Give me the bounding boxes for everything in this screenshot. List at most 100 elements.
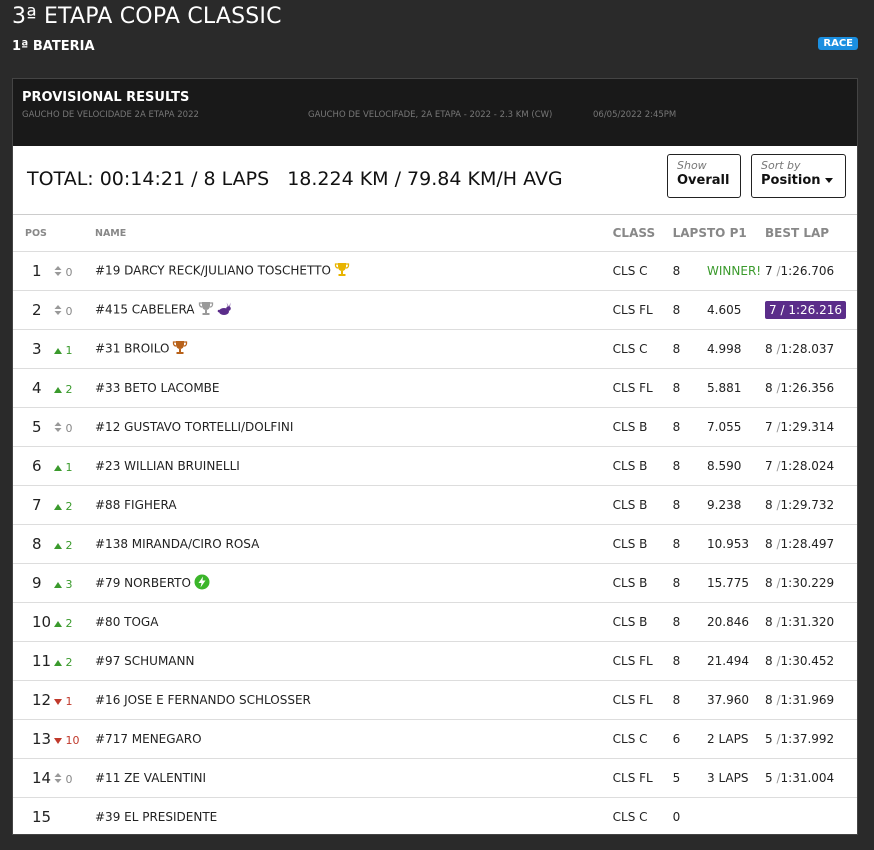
position-change-value: 0	[65, 773, 73, 786]
best-lap-number: 8	[765, 654, 773, 668]
gap-to-p1: 10.953	[707, 537, 749, 551]
position: 15	[32, 808, 52, 826]
driver-name[interactable]: #19 DARCY RECK/JULIANO TOSCHETTO	[95, 264, 331, 278]
laps-count: 8	[672, 693, 681, 707]
table-row[interactable]: 15 #39 EL PRESIDENTE CLS C 0	[13, 798, 857, 837]
position: 4	[32, 379, 42, 397]
table-row[interactable]: 7 2 #88 FIGHERA CLS B 8 9.238 8 /1:29.732	[13, 485, 857, 525]
driver-class: CLS C	[612, 810, 648, 824]
position-change: 1	[54, 695, 73, 708]
col-pos[interactable]: POS	[13, 215, 95, 252]
col-name[interactable]: NAME	[95, 215, 613, 252]
best-lap-time: 1:28.497	[780, 537, 835, 551]
best-lap-number: 8	[765, 615, 773, 629]
col-laps[interactable]: LAPS	[672, 215, 707, 252]
no-change-icon	[54, 305, 62, 315]
table-row[interactable]: 8 2 #138 MIRANDA/CIRO ROSA CLS B 8 10.953 8 /…	[13, 524, 857, 564]
best-lap-number: 5	[765, 732, 773, 746]
arrow-down-icon	[54, 699, 62, 705]
best-lap-time: 1:28.024	[780, 459, 835, 473]
best-lap: 8 /1:28.497	[765, 537, 835, 551]
total-time: TOTAL: 00:14:21 / 8 LAPS	[27, 168, 270, 190]
driver-name[interactable]: #31 BROILO	[95, 342, 169, 356]
gap-to-p1: 7.055	[707, 420, 742, 434]
results-title: PROVISIONAL RESULTS	[22, 90, 190, 105]
driver-name[interactable]: #33 BETO LACOMBE	[95, 381, 220, 395]
col-class[interactable]: CLASS	[612, 215, 673, 252]
gap-to-p1: 4.605	[707, 303, 742, 317]
position-change: 0	[54, 773, 73, 786]
driver-name[interactable]: #80 TOGA	[95, 615, 158, 629]
laps-count: 8	[672, 537, 681, 551]
table-row[interactable]: 12 1 #16 JOSE E FERNANDO SCHLOSSER CLS FL 8…	[13, 680, 857, 720]
table-row[interactable]: 5 0 #12 GUSTAVO TORTELLI/DOLFINI CLS B 8 7.0…	[13, 407, 857, 447]
table-row[interactable]: 13 10 #717 MENEGARO CLS C 6 2 LAPS 5 /1:37.99…	[13, 719, 857, 759]
driver-class: CLS B	[612, 498, 648, 512]
table-row[interactable]: 9 3 #79 NORBERTO CLS B 8 15.775 8 /1:30.229	[13, 563, 857, 603]
show-selector[interactable]: Show Overall	[667, 154, 741, 198]
position-change-value: 10	[65, 734, 80, 747]
position-change: 1	[54, 461, 73, 474]
best-lap: 8 /1:26.356	[765, 381, 835, 395]
driver-name[interactable]: #16 JOSE E FERNANDO SCHLOSSER	[95, 693, 311, 707]
best-lap-number: 8	[765, 498, 773, 512]
position-change-value: 3	[65, 578, 73, 591]
session-subtitle: 1ª BATERIA	[12, 39, 95, 54]
sort-value: Position	[761, 173, 821, 188]
driver-name[interactable]: #23 WILLIAN BRUINELLI	[95, 459, 240, 473]
driver-name[interactable]: #138 MIRANDA/CIRO ROSA	[95, 537, 259, 551]
table-row[interactable]: 11 2 #97 SCHUMANN CLS FL 8 21.494 8 /1:30.452	[13, 641, 857, 681]
sort-selector[interactable]: Sort by Position	[751, 154, 846, 198]
driver-class: CLS FL	[612, 693, 653, 707]
table-row[interactable]: 3 1 #31 BROILO CLS C 8 4.998 8 /1:28.037	[13, 329, 857, 369]
table-row[interactable]: 14 0 #11 ZE VALENTINI CLS FL 5 3 LAPS 5 /1:31…	[13, 758, 857, 798]
no-change-icon	[54, 422, 62, 432]
driver-name[interactable]: #97 SCHUMANN	[95, 654, 194, 668]
race-badge: RACE	[818, 37, 858, 50]
position-change: 2	[54, 539, 73, 552]
position-change-value: 2	[65, 656, 73, 669]
position: 7	[32, 496, 42, 514]
driver-name[interactable]: #79 NORBERTO	[95, 576, 191, 590]
gap-to-p1: WINNER!	[707, 264, 762, 278]
driver-name[interactable]: #717 MENEGARO	[95, 732, 202, 746]
driver-class: CLS B	[612, 537, 648, 551]
driver-class: CLS B	[612, 420, 648, 434]
driver-name[interactable]: #12 GUSTAVO TORTELLI/DOLFINI	[95, 420, 293, 434]
laps-count: 5	[672, 771, 681, 785]
table-row[interactable]: 4 2 #33 BETO LACOMBE CLS FL 8 5.881 8 /1:26.3…	[13, 368, 857, 408]
position: 6	[32, 457, 42, 475]
race-summary: TOTAL: 00:14:21 / 8 LAPS 18.224 KM / 79.8…	[13, 146, 857, 215]
table-row[interactable]: 6 1 #23 WILLIAN BRUINELLI CLS B 8 8.590 7 /1:…	[13, 446, 857, 486]
driver-name[interactable]: #88 FIGHERA	[95, 498, 177, 512]
col-gap[interactable]: TO P1	[707, 215, 765, 252]
best-lap-time: 1:31.320	[780, 615, 835, 629]
event-datetime: 06/05/2022 2:45PM	[593, 110, 677, 120]
best-lap: 8 /1:31.320	[765, 615, 835, 629]
lightning-icon	[194, 574, 210, 593]
driver-name[interactable]: #11 ZE VALENTINI	[95, 771, 206, 785]
arrow-up-icon	[54, 348, 62, 354]
best-lap: 5 /1:37.992	[765, 732, 835, 746]
laps-count: 6	[672, 732, 681, 746]
driver-name[interactable]: #415 CABELERA	[95, 303, 195, 317]
best-lap-time: 1:29.732	[780, 498, 835, 512]
table-row[interactable]: 10 2 #80 TOGA CLS B 8 20.846 8 /1:31.320	[13, 602, 857, 642]
best-lap: 8 /1:29.732	[765, 498, 835, 512]
position-change-value: 2	[65, 539, 73, 552]
col-best-lap[interactable]: BEST LAP	[765, 215, 857, 252]
no-change-icon	[54, 266, 62, 276]
driver-class: CLS B	[612, 576, 648, 590]
best-lap-time: 1:26.356	[780, 381, 835, 395]
table-row[interactable]: 2 0 #415 CABELERA CLS FL 8 4.605 7 / 1:26.216	[13, 290, 857, 330]
arrow-up-icon	[54, 621, 62, 627]
driver-name[interactable]: #39 EL PRESIDENTE	[95, 810, 217, 824]
chevron-down-icon	[824, 178, 833, 183]
laps-count: 8	[672, 654, 681, 668]
table-row[interactable]: 1 0 #19 DARCY RECK/JULIANO TOSCHETTO CLS C…	[13, 251, 857, 291]
arrow-up-icon	[54, 387, 62, 393]
position-change-value: 0	[65, 266, 73, 279]
position-change: 0	[54, 305, 73, 318]
silver-trophy-icon	[198, 301, 214, 319]
distance-avg: 18.224 KM / 79.84 KM/H AVG	[287, 168, 563, 190]
